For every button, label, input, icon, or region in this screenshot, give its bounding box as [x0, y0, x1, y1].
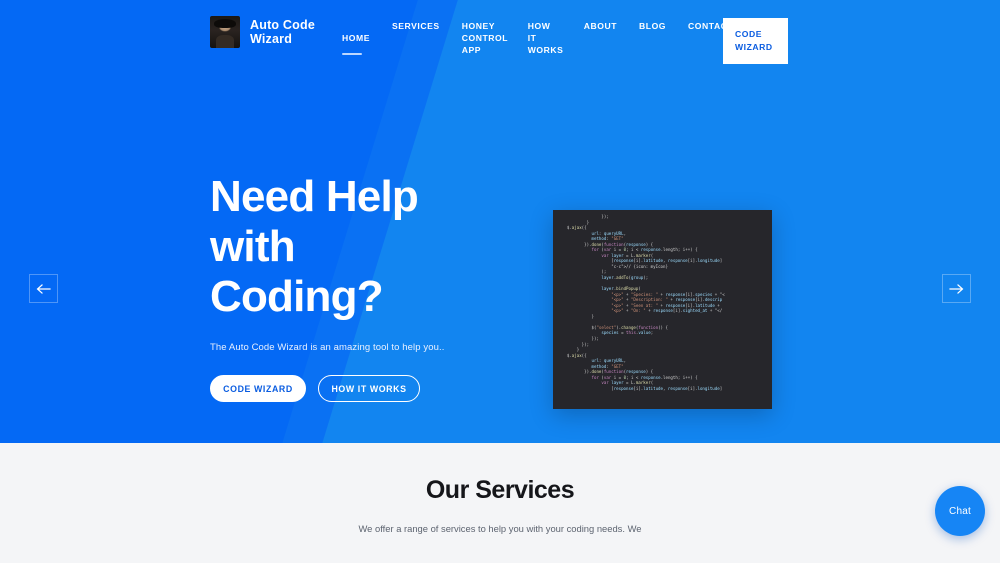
wizard-logo-icon: [210, 16, 240, 48]
nav-item-home[interactable]: HOME: [342, 20, 370, 67]
hero-code-wizard-button[interactable]: CODE WIZARD: [210, 375, 306, 402]
brand-logo-link[interactable]: Auto Code Wizard: [210, 16, 322, 48]
hero-copy: Need Help with Coding? The Auto Code Wiz…: [210, 172, 510, 402]
hero-how-it-works-button[interactable]: HOW IT WORKS: [318, 375, 420, 402]
hero-title-line-3: Coding?: [210, 272, 384, 321]
hero-subtitle: The Auto Code Wizard is an amazing tool …: [210, 342, 445, 353]
carousel-prev-button[interactable]: [29, 274, 58, 303]
hero-title-line-1: Need Help: [210, 172, 419, 221]
code-screenshot-text: }); } $.ajax({ url: queryURL, method: "G…: [566, 214, 725, 391]
page-root: Auto Code Wizard HOME SERVICES HONEY CON…: [0, 0, 1000, 563]
nav-label-home: HOME: [342, 33, 370, 43]
arrow-left-icon: [36, 283, 51, 294]
hero-title: Need Help with Coding?: [210, 172, 510, 322]
chat-widget-button[interactable]: Chat: [935, 486, 985, 536]
carousel-next-button[interactable]: [942, 274, 971, 303]
services-heading: Our Services: [425, 476, 575, 504]
site-header: Auto Code Wizard HOME SERVICES HONEY CON…: [0, 0, 1000, 67]
nav-item-services[interactable]: SERVICES: [392, 20, 440, 32]
hero-section: Auto Code Wizard HOME SERVICES HONEY CON…: [0, 0, 1000, 443]
arrow-right-icon: [949, 283, 964, 294]
nav-item-about[interactable]: ABOUT: [584, 20, 617, 32]
hero-code-screenshot: }); } $.ajax({ url: queryURL, method: "G…: [553, 210, 772, 409]
header-code-wizard-button[interactable]: CODE WIZARD: [723, 18, 788, 64]
nav-item-honey-control-app[interactable]: HONEY CONTROL APP: [462, 20, 508, 56]
brand-name: Auto Code Wizard: [250, 18, 315, 46]
hero-button-group: CODE WIZARD HOW IT WORKS: [210, 375, 510, 402]
nav-item-blog[interactable]: BLOG: [639, 20, 666, 32]
nav-active-indicator: [342, 53, 362, 55]
services-section: Our Services We offer a range of service…: [0, 443, 1000, 563]
nav-item-how-it-works[interactable]: HOW IT WORKS: [528, 20, 563, 56]
main-navigation: HOME SERVICES HONEY CONTROL APP HOW IT W…: [342, 16, 1000, 67]
hero-title-line-2: with: [210, 222, 296, 271]
services-paragraph: We offer a range of services to help you…: [358, 523, 642, 534]
